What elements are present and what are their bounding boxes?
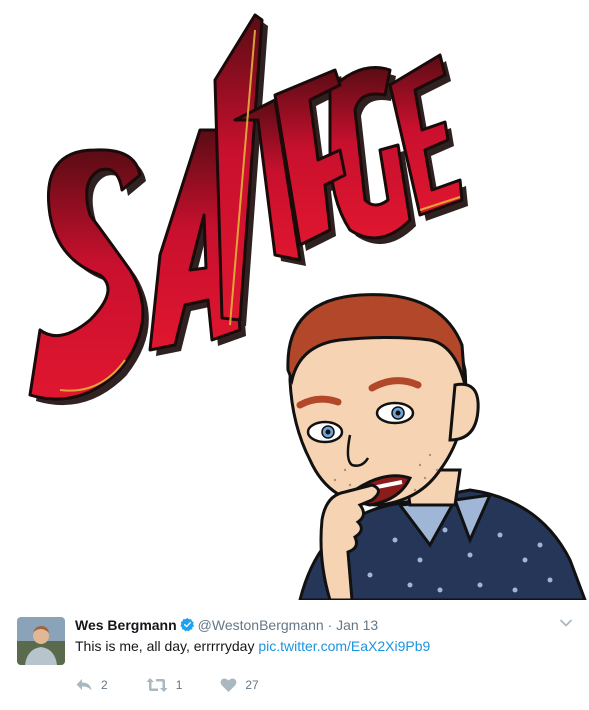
tweet-header: Wes Bergmann @WestonBergmann · Jan 13: [75, 616, 378, 636]
bitmoji-figure: [286, 293, 587, 600]
retweet-count: 1: [175, 678, 183, 692]
heart-icon: [220, 678, 237, 692]
author-avatar[interactable]: [17, 617, 65, 665]
reply-count: 2: [101, 678, 108, 692]
retweet-button[interactable]: 1: [146, 677, 183, 693]
tweet-text: This is me, all day, errrrryday pic.twit…: [75, 637, 430, 655]
tweet: Wes Bergmann @WestonBergmann · Jan 13 Thi…: [0, 600, 589, 710]
more-options-chevron-down-icon[interactable]: [559, 616, 573, 630]
tweet-body: This is me, all day, errrrryday: [75, 638, 255, 654]
savage-bitmoji-illustration: [28, 13, 587, 600]
like-button[interactable]: 27: [220, 677, 259, 693]
header-separator: ·: [327, 617, 333, 633]
verified-badge-icon: [180, 617, 195, 636]
retweet-icon: [146, 678, 168, 692]
reply-icon: [76, 679, 92, 691]
author-name[interactable]: Wes Bergmann: [75, 617, 177, 633]
tweet-actions: 2 1 27: [75, 677, 297, 693]
tweet-media-image[interactable]: [0, 0, 589, 600]
like-count: 27: [245, 678, 259, 692]
tweet-timestamp[interactable]: Jan 13: [336, 617, 378, 633]
author-handle[interactable]: @WestonBergmann: [198, 617, 324, 633]
tweet-media-link[interactable]: pic.twitter.com/EaX2Xi9Pb9: [258, 638, 430, 654]
reply-button[interactable]: 2: [75, 677, 108, 693]
